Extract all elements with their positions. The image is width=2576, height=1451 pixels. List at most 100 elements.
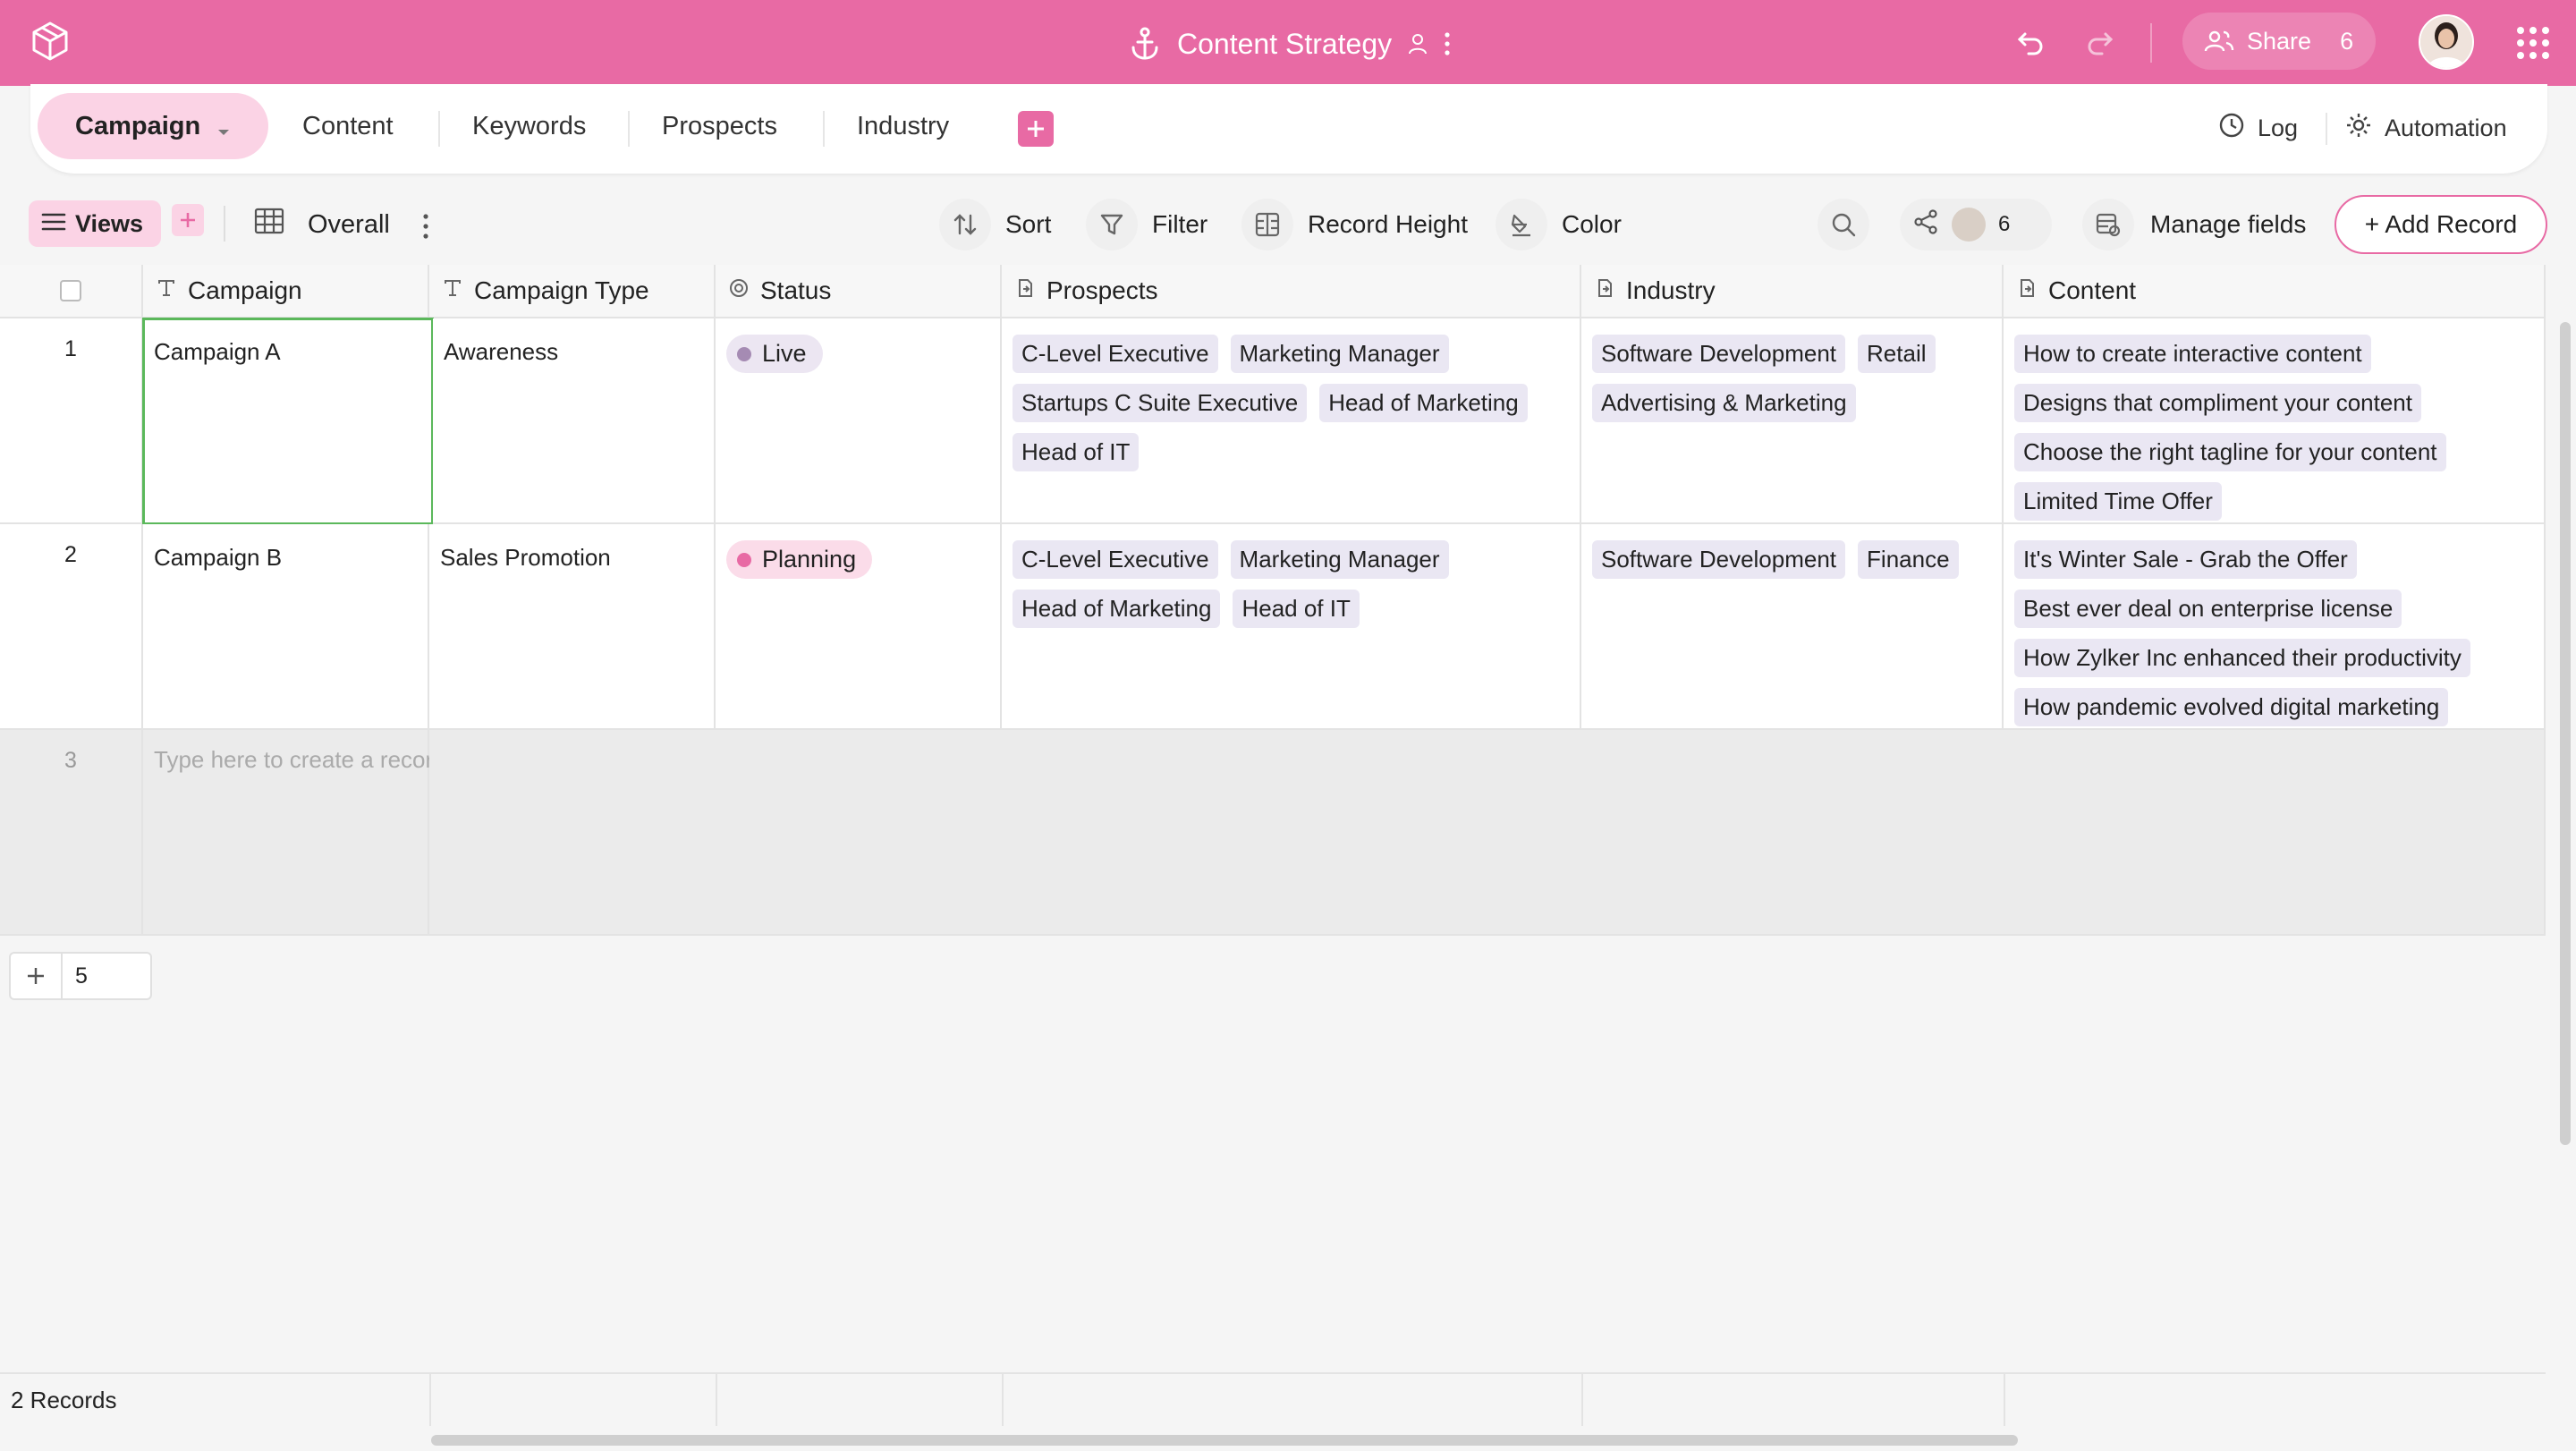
status-label: Planning — [762, 546, 857, 573]
row-number[interactable]: 1 — [0, 318, 143, 524]
content-chip[interactable]: Limited Time Offer — [2014, 482, 2222, 521]
collaborator-avatar — [1952, 208, 1986, 242]
industry-chip[interactable]: Advertising & Marketing — [1592, 384, 1856, 422]
add-table-button[interactable] — [1018, 111, 1054, 147]
summary-divider — [429, 1374, 431, 1426]
content-chip[interactable]: It's Winter Sale - Grab the Offer — [2014, 540, 2357, 579]
tab-keywords[interactable]: Keywords — [472, 93, 586, 159]
view-options-icon[interactable] — [422, 208, 436, 243]
content-chip[interactable]: How Zylker Inc enhanced their productivi… — [2014, 639, 2470, 677]
column-header-content[interactable]: Content — [2004, 265, 2546, 318]
manage-fields-button[interactable]: Manage fields — [2082, 199, 2306, 250]
cell-campaign[interactable]: Campaign A — [142, 318, 434, 525]
industry-chip[interactable]: Software Development — [1592, 335, 1846, 373]
table-tabs-bar: Campaign Content Keywords Prospects Indu… — [30, 84, 2547, 174]
prospect-chip[interactable]: Head of Marketing — [1013, 590, 1221, 628]
prospect-chip[interactable]: Startups C Suite Executive — [1013, 384, 1308, 422]
filter-button[interactable]: Filter — [1086, 199, 1208, 250]
tab-prospects[interactable]: Prospects — [662, 93, 777, 159]
row-number[interactable]: 2 — [0, 524, 143, 730]
prospect-chip[interactable]: C-Level Executive — [1013, 540, 1218, 579]
prospect-chip[interactable]: Head of IT — [1013, 433, 1140, 471]
add-view-button[interactable] — [172, 204, 204, 236]
select-all-header — [0, 265, 143, 318]
search-icon[interactable] — [1818, 199, 1869, 250]
prospect-chip[interactable]: Marketing Manager — [1230, 540, 1449, 579]
app-title[interactable]: Content Strategy — [1177, 28, 1392, 61]
select-all-checkbox[interactable] — [60, 280, 81, 301]
cell-status[interactable]: Live — [716, 318, 1002, 524]
cell-campaign-type[interactable]: Awareness — [433, 318, 716, 524]
add-rows-control[interactable]: 5 — [9, 952, 152, 1000]
new-row-number: 3 — [0, 730, 143, 936]
content-chip[interactable]: Choose the right tagline for your conten… — [2014, 433, 2446, 471]
horizontal-scrollbar[interactable] — [431, 1435, 2018, 1446]
cell-campaign-type[interactable]: Sales Promotion — [429, 524, 716, 730]
collaborator-icon[interactable] — [1408, 32, 1428, 55]
grid-view-icon — [254, 208, 284, 242]
status-dot — [737, 346, 751, 361]
cell-industry[interactable]: Software Development Retail Advertising … — [1581, 318, 2004, 524]
prospect-chip[interactable]: Marketing Manager — [1230, 335, 1449, 373]
cell-campaign[interactable]: Campaign B — [143, 524, 429, 730]
apps-grid-icon[interactable] — [2515, 25, 2551, 61]
industry-chip[interactable]: Software Development — [1592, 540, 1846, 579]
add-record-button[interactable]: + Add Record — [2334, 195, 2547, 254]
new-row-area[interactable] — [429, 730, 2546, 936]
content-chip[interactable]: Best ever deal on enterprise license — [2014, 590, 2402, 628]
column-label: Campaign Type — [474, 276, 649, 304]
add-rows-count[interactable]: 5 — [63, 963, 88, 989]
redo-icon[interactable] — [2080, 23, 2120, 63]
app-logo-icon[interactable] — [29, 20, 72, 63]
tab-campaign[interactable]: Campaign — [38, 93, 269, 159]
collaborators-button[interactable]: 6 — [1900, 199, 2052, 250]
content-chip[interactable]: Designs that compliment your content — [2014, 384, 2421, 422]
content-chip[interactable]: How pandemic evolved digital marketing — [2014, 688, 2449, 726]
more-vertical-icon[interactable] — [1444, 31, 1451, 56]
plus-icon[interactable] — [11, 954, 63, 998]
status-label: Live — [762, 340, 807, 367]
new-record-input[interactable]: Type here to create a record — [143, 730, 446, 936]
cell-prospects[interactable]: C-Level Executive Marketing Manager Head… — [1002, 524, 1581, 730]
column-header-campaign-type[interactable]: Campaign Type — [429, 265, 716, 318]
column-header-status[interactable]: Status — [716, 265, 1002, 318]
chevron-down-icon[interactable] — [216, 115, 231, 144]
content-chip[interactable]: How to create interactive content — [2014, 335, 2371, 373]
record-height-button[interactable]: Record Height — [1241, 199, 1468, 250]
undo-icon[interactable] — [2011, 23, 2050, 63]
share-button[interactable]: Share 6 — [2182, 13, 2376, 70]
log-button[interactable]: Log — [2218, 106, 2298, 150]
user-avatar[interactable] — [2419, 14, 2474, 70]
views-button[interactable]: Views — [29, 200, 161, 247]
cell-industry[interactable]: Software Development Finance — [1581, 524, 2004, 730]
filter-icon — [1086, 199, 1138, 250]
column-header-industry[interactable]: Industry — [1581, 265, 2004, 318]
sort-button[interactable]: Sort — [939, 199, 1051, 250]
add-record-label: + Add Record — [2364, 210, 2518, 238]
summary-divider — [716, 1374, 717, 1426]
cell-content[interactable]: It's Winter Sale - Grab the Offer Best e… — [2004, 524, 2546, 730]
record-count: 2 Records — [11, 1387, 117, 1413]
column-header-campaign[interactable]: Campaign — [143, 265, 429, 318]
column-label: Status — [760, 276, 832, 304]
cell-prospects[interactable]: C-Level Executive Marketing Manager Star… — [1002, 318, 1581, 524]
color-button[interactable]: Color — [1496, 199, 1622, 250]
anchor-icon — [1129, 26, 1161, 62]
automation-button[interactable]: Automation — [2345, 106, 2507, 150]
prospect-chip[interactable]: Head of IT — [1233, 590, 1360, 628]
summary-divider — [1002, 1374, 1004, 1426]
prospect-chip[interactable]: Head of Marketing — [1319, 384, 1528, 422]
summary-divider — [2004, 1374, 2005, 1426]
tab-content[interactable]: Content — [302, 93, 394, 159]
record-height-label: Record Height — [1308, 210, 1468, 238]
tab-label: Content — [302, 111, 394, 140]
industry-chip[interactable]: Finance — [1858, 540, 1959, 579]
cell-content[interactable]: How to create interactive content Design… — [2004, 318, 2546, 524]
vertical-scrollbar[interactable] — [2560, 322, 2571, 1145]
current-view[interactable]: Overall — [254, 204, 390, 245]
tab-industry[interactable]: Industry — [857, 93, 949, 159]
column-header-prospects[interactable]: Prospects — [1002, 265, 1581, 318]
cell-status[interactable]: Planning — [716, 524, 1002, 730]
industry-chip[interactable]: Retail — [1858, 335, 1936, 373]
prospect-chip[interactable]: C-Level Executive — [1013, 335, 1218, 373]
